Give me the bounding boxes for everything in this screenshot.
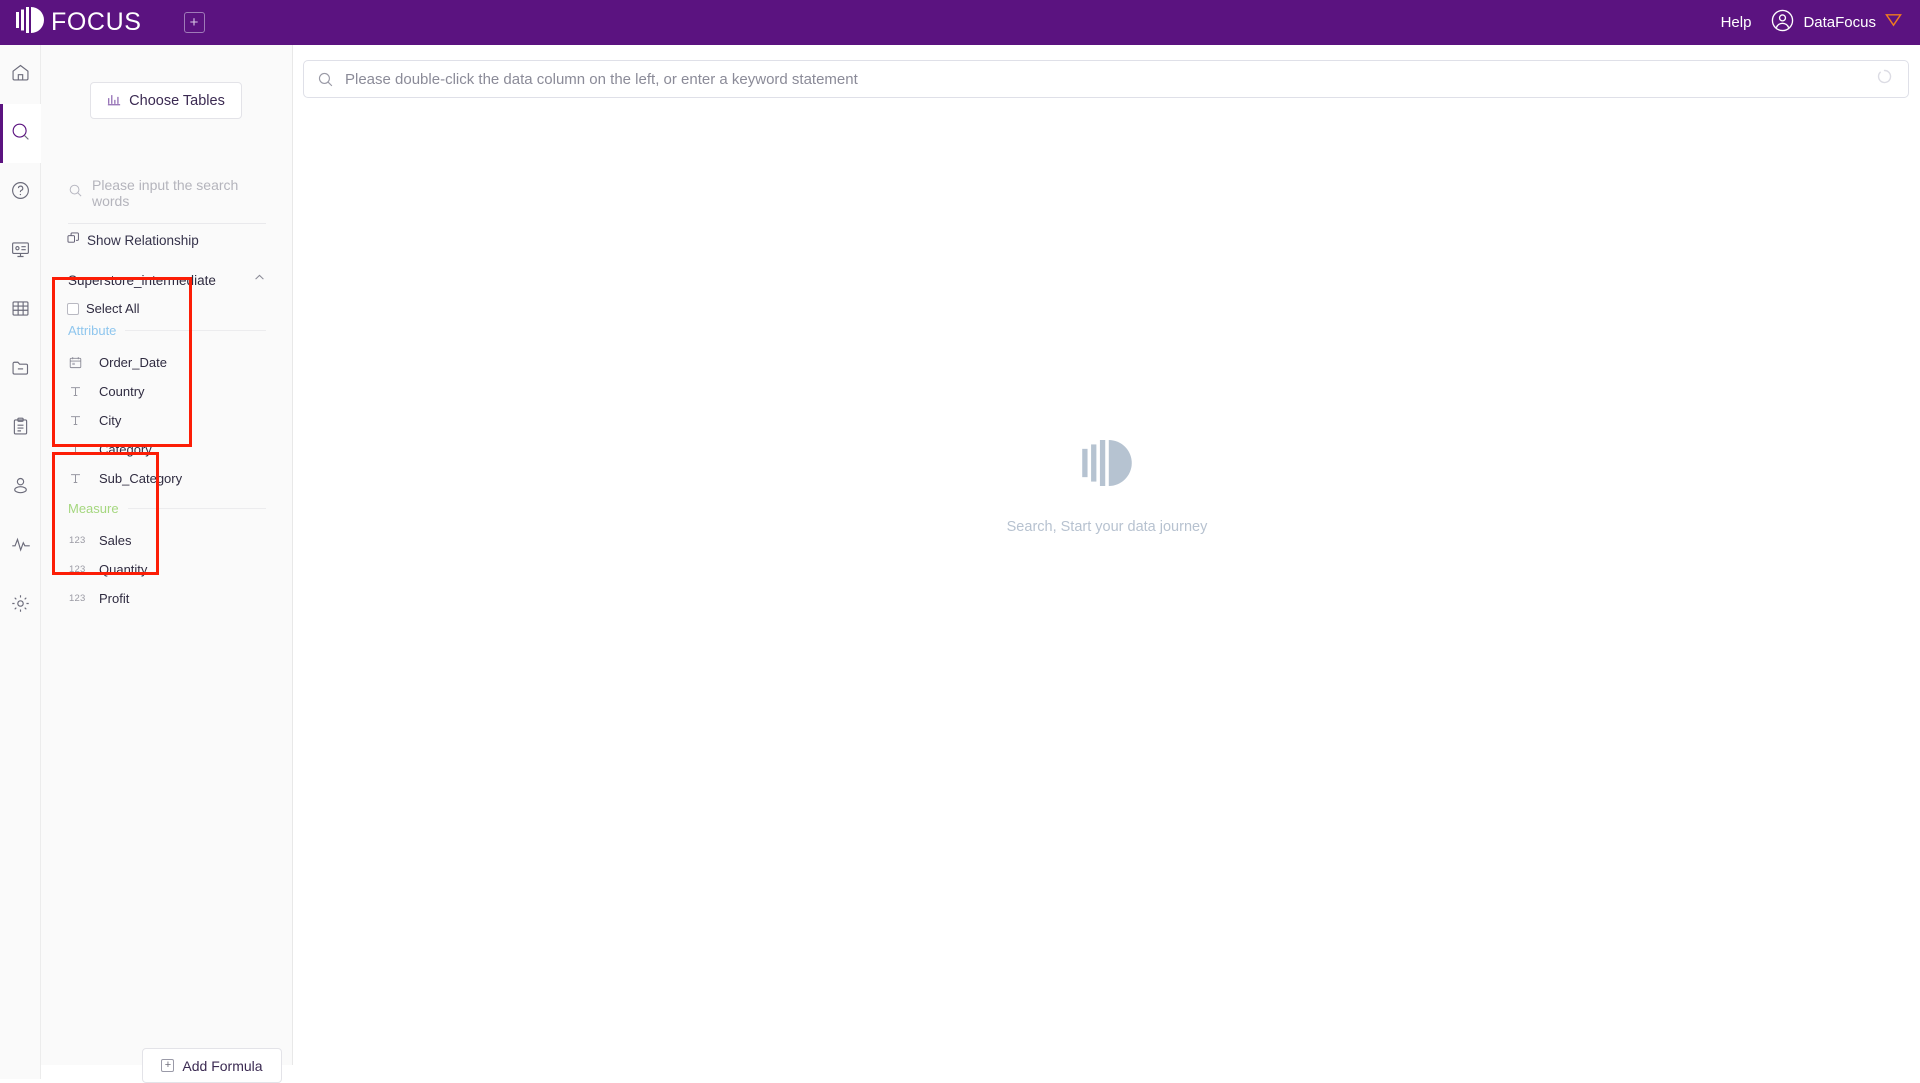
sidebar-item-activity[interactable] <box>0 517 41 576</box>
search-icon <box>317 71 334 88</box>
user-name: DataFocus <box>1803 14 1876 31</box>
search-input[interactable]: Please double-click the data column on t… <box>303 60 1909 98</box>
relationship-icon <box>67 232 80 248</box>
field-sub-category[interactable]: Sub_Category <box>69 468 269 488</box>
table-name: Superstore_intermediate <box>68 272 216 288</box>
sidebar-item-clipboard[interactable] <box>0 399 41 458</box>
shield-icon <box>1885 12 1902 33</box>
text-type-icon <box>69 472 91 485</box>
icon-rail <box>0 45 41 1079</box>
search-icon <box>68 183 83 203</box>
text-type-icon <box>69 385 91 398</box>
search-icon <box>10 121 31 147</box>
bar-chart-icon <box>107 92 121 110</box>
field-label: City <box>99 412 122 428</box>
number-type-glyph: 123 <box>69 563 86 575</box>
sidebar-item-folder[interactable] <box>0 340 41 399</box>
plus-square-icon[interactable]: + <box>183 12 205 33</box>
text-type-icon <box>69 414 91 427</box>
text-type-icon <box>69 443 91 456</box>
panel-search-input[interactable]: Please input the search words <box>68 177 266 209</box>
number-type-icon: 123 <box>69 535 91 546</box>
chevron-up-icon[interactable] <box>253 271 266 289</box>
field-label: Order_Date <box>99 354 167 370</box>
pulse-icon <box>10 534 32 560</box>
clipboard-icon <box>10 416 31 442</box>
field-city[interactable]: City <box>69 410 269 430</box>
field-label: Profit <box>99 590 130 606</box>
choose-tables-label: Choose Tables <box>129 92 225 109</box>
spinner-icon[interactable] <box>1877 69 1892 89</box>
sidebar-item-user[interactable] <box>0 458 41 517</box>
focus-logo-icon <box>16 7 44 38</box>
group-header-measure: Measure <box>68 500 266 516</box>
help-link[interactable]: Help <box>1721 14 1752 31</box>
brand-text: FOCUS <box>51 8 142 36</box>
brand: FOCUS <box>16 7 142 38</box>
settings-gear-icon <box>10 593 31 619</box>
group-label-attribute: Attribute <box>68 322 117 338</box>
user-menu[interactable]: DataFocus <box>1771 9 1902 37</box>
empty-state-text: Search, Start your data journey <box>1006 519 1208 535</box>
user-icon <box>10 475 31 501</box>
main-area: Please double-click the data column on t… <box>294 45 1920 1079</box>
home-icon <box>10 62 31 88</box>
number-type-icon: 123 <box>69 564 91 575</box>
group-header-attribute: Attribute <box>68 322 266 338</box>
group-rule <box>127 507 266 509</box>
number-type-glyph: 123 <box>69 592 86 604</box>
plus-square-icon: + <box>161 1059 175 1072</box>
question-circle-icon <box>10 180 31 206</box>
show-relationship-label: Show Relationship <box>87 232 199 248</box>
empty-state: Search, Start your data journey <box>294 440 1920 535</box>
select-all-checkbox[interactable]: Select All <box>67 301 139 316</box>
focus-logo-icon <box>1082 440 1132 491</box>
app-header: FOCUS + Help DataFocus <box>0 0 1920 45</box>
data-panel: Choose Tables Please input the search wo… <box>41 45 293 1083</box>
calendar-icon <box>69 356 91 369</box>
field-category[interactable]: Category <box>69 439 269 459</box>
field-label: Sales <box>99 532 132 548</box>
field-country[interactable]: Country <box>69 381 269 401</box>
search-placeholder: Please double-click the data column on t… <box>345 70 858 88</box>
field-label: Quantity <box>99 561 148 577</box>
sidebar-item-presentation[interactable] <box>0 222 41 281</box>
user-circle-icon <box>1771 9 1794 37</box>
add-formula-label: Add Formula <box>182 1057 263 1074</box>
number-type-icon: 123 <box>69 593 91 604</box>
table-header-row[interactable]: Superstore_intermediate <box>68 271 266 289</box>
group-label-measure: Measure <box>68 500 119 516</box>
field-profit[interactable]: 123 Profit <box>69 588 269 608</box>
header-right: Help DataFocus <box>1721 9 1902 37</box>
choose-tables-button[interactable]: Choose Tables <box>90 82 242 119</box>
select-all-label: Select All <box>86 301 140 316</box>
field-label: Sub_Category <box>99 470 183 486</box>
group-rule <box>125 329 266 331</box>
folder-minus-icon <box>10 357 31 383</box>
sidebar-item-search[interactable] <box>0 104 41 163</box>
panel-divider <box>68 223 266 224</box>
sidebar-item-settings[interactable] <box>0 576 41 635</box>
add-formula-button[interactable]: + Add Formula <box>142 1048 282 1083</box>
panel-search-placeholder: Please input the search words <box>92 177 239 209</box>
field-quantity[interactable]: 123 Quantity <box>69 559 269 579</box>
field-label: Category <box>99 441 152 457</box>
presentation-icon <box>10 239 31 265</box>
sidebar-item-tables[interactable] <box>0 281 41 340</box>
show-relationship-button[interactable]: Show Relationship <box>67 232 199 248</box>
checkbox-box <box>67 302 79 315</box>
number-type-glyph: 123 <box>69 534 86 546</box>
field-label: Country <box>99 383 145 399</box>
sidebar-item-help[interactable] <box>0 163 41 222</box>
field-sales[interactable]: 123 Sales <box>69 530 269 550</box>
field-order-date[interactable]: Order_Date <box>69 352 269 372</box>
table-grid-icon <box>10 298 31 324</box>
sidebar-item-home[interactable] <box>0 45 41 104</box>
